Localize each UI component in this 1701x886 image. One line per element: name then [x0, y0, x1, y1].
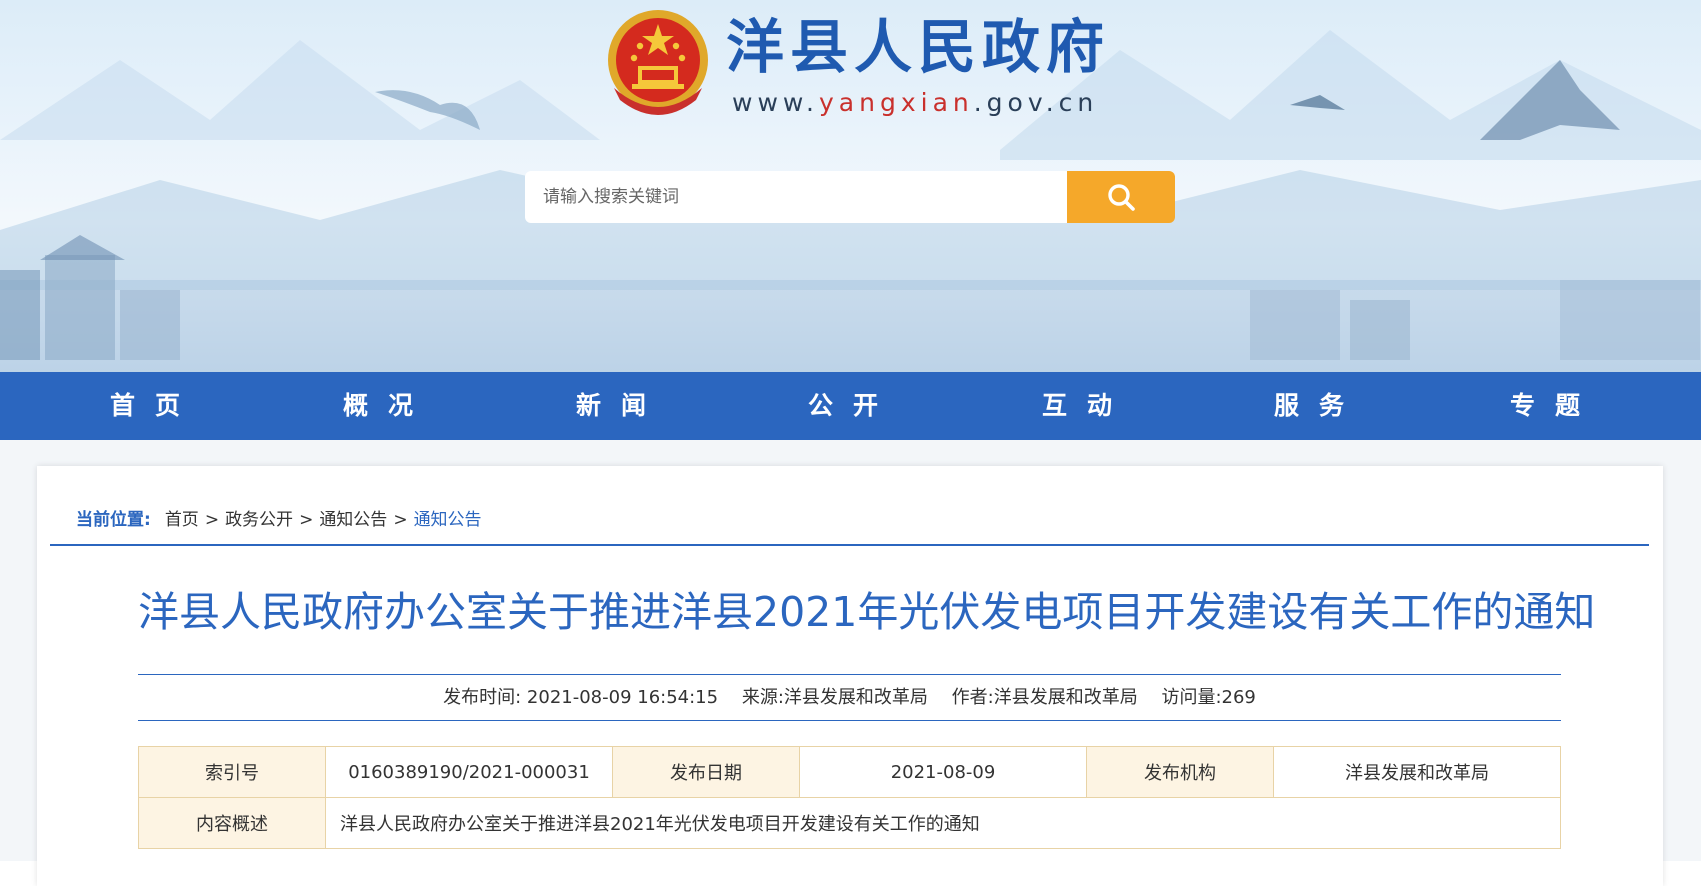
- summary-label: 内容概述: [138, 797, 326, 849]
- site-url-accent: yangxian: [819, 88, 974, 117]
- breadcrumb-gov-affairs[interactable]: 政务公开: [225, 510, 293, 530]
- nav-item-services[interactable]: 服务: [1274, 372, 1364, 440]
- breadcrumb-notices[interactable]: 通知公告: [319, 510, 387, 530]
- search-bar: [525, 171, 1175, 223]
- visit-count: 访问量:269: [1161, 687, 1256, 708]
- search-button[interactable]: [1067, 171, 1175, 223]
- breadcrumb-label: 当前位置:: [76, 510, 151, 530]
- meta-divider: [138, 720, 1561, 721]
- org-label: 发布机构: [1086, 746, 1274, 798]
- breadcrumb-current[interactable]: 通知公告: [414, 510, 482, 530]
- search-input[interactable]: [525, 171, 1067, 223]
- breadcrumb-separator: >: [299, 510, 314, 530]
- article-title: 洋县人民政府办公室关于推进洋县2021年光伏发电项目开发建设有关工作的通知: [138, 588, 1596, 636]
- index-value: 0160389190/2021-000031: [325, 746, 613, 798]
- search-icon: [1108, 184, 1135, 211]
- breadcrumb-separator: >: [393, 510, 408, 530]
- date-label: 发布日期: [612, 746, 800, 798]
- document-info-table: 索引号 0160389190/2021-000031 发布日期 2021-08-…: [138, 746, 1561, 849]
- site-url: www.yangxian.gov.cn: [732, 88, 1098, 117]
- national-emblem-icon: [608, 10, 708, 115]
- nav-item-home[interactable]: 首页: [110, 372, 200, 440]
- table-row: 索引号 0160389190/2021-000031 发布日期 2021-08-…: [138, 746, 1561, 798]
- article-meta: 发布时间: 2021-08-09 16:54:15 来源:洋县发展和改革局 作者…: [138, 683, 1561, 713]
- publish-time: 发布时间: 2021-08-09 16:54:15: [443, 687, 719, 708]
- nav-item-news[interactable]: 新闻: [576, 372, 666, 440]
- org-value: 洋县发展和改革局: [1273, 746, 1561, 798]
- site-url-suffix: .gov.cn: [973, 88, 1099, 117]
- nav-item-interaction[interactable]: 互动: [1042, 372, 1132, 440]
- nav-item-overview[interactable]: 概况: [343, 372, 433, 440]
- index-label: 索引号: [138, 746, 326, 798]
- article-source: 来源:洋县发展和改革局: [741, 687, 928, 708]
- site-url-prefix: www.: [732, 88, 819, 117]
- breadcrumb-divider: [50, 544, 1649, 546]
- title-divider: [138, 674, 1561, 675]
- breadcrumb: 当前位置: 首页 > 政务公开 > 通知公告 > 通知公告: [76, 505, 482, 535]
- breadcrumb-home[interactable]: 首页: [165, 510, 199, 530]
- date-value: 2021-08-09: [799, 746, 1087, 798]
- nav-item-topics[interactable]: 专题: [1510, 372, 1600, 440]
- table-row: 内容概述 洋县人民政府办公室关于推进洋县2021年光伏发电项目开发建设有关工作的…: [138, 797, 1561, 849]
- main-nav: 首页 概况 新闻 公开 互动 服务 专题: [0, 372, 1701, 440]
- nav-item-public[interactable]: 公开: [808, 372, 898, 440]
- header-banner: 洋县人民政府 www.yangxian.gov.cn: [0, 0, 1701, 372]
- article-author: 作者:洋县发展和改革局: [951, 687, 1138, 708]
- breadcrumb-separator: >: [204, 510, 220, 530]
- site-title: 洋县人民政府: [726, 13, 1111, 81]
- summary-value: 洋县人民政府办公室关于推进洋县2021年光伏发电项目开发建设有关工作的通知: [325, 797, 1561, 849]
